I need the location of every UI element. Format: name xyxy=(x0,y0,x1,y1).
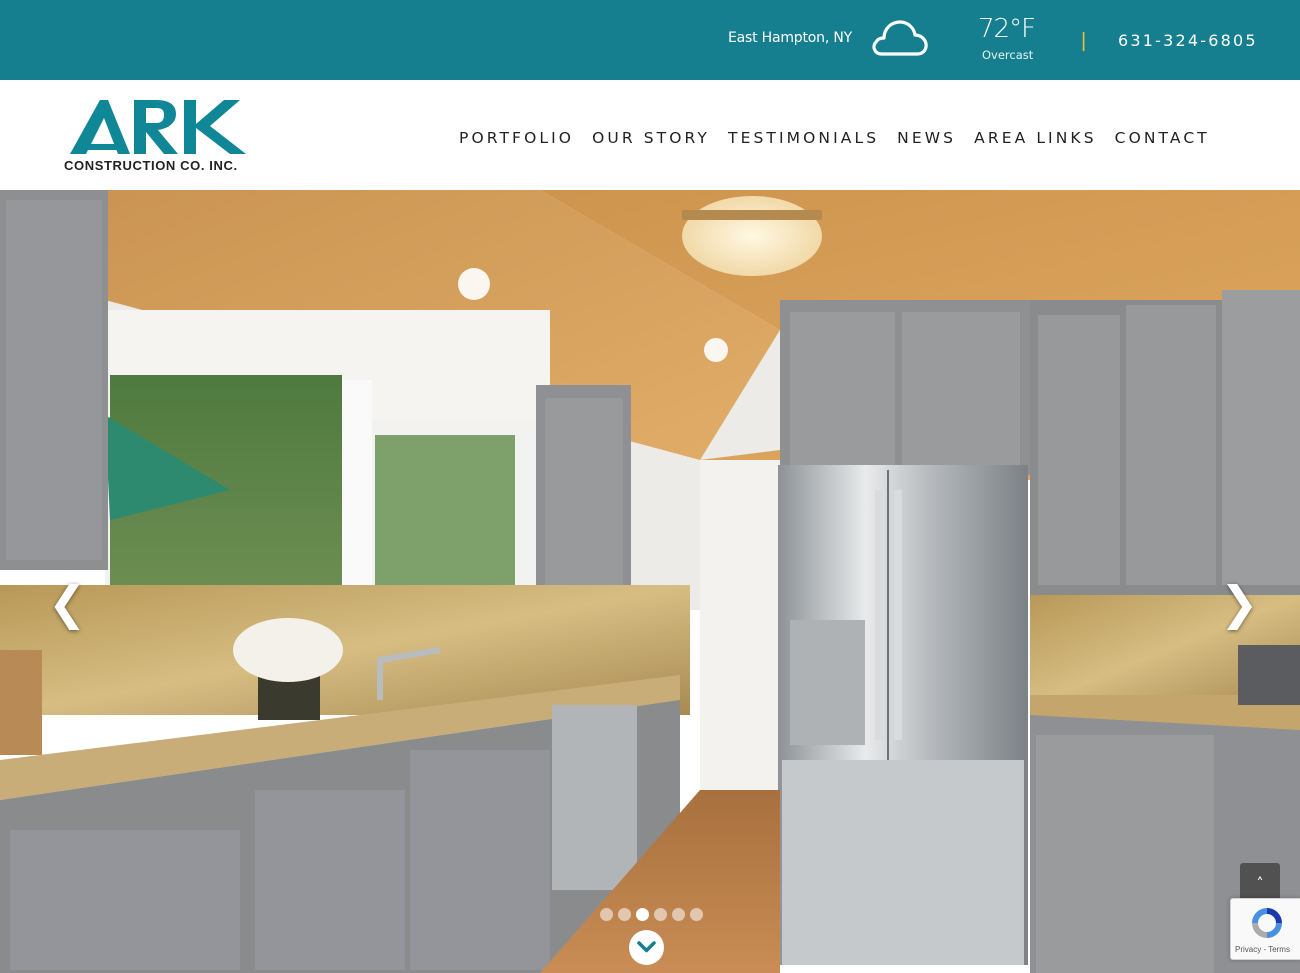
logo-subtitle: CONSTRUCTION CO. INC. xyxy=(64,158,238,173)
divider: | xyxy=(1081,30,1087,52)
recaptcha-links[interactable]: Privacy - Terms xyxy=(1235,945,1290,954)
chevron-down-icon xyxy=(637,941,656,953)
hero-slider: ❮ ❯ ˄ Privacy - Terms xyxy=(0,190,1300,973)
slider-dots xyxy=(600,908,708,921)
nav-contact[interactable]: CONTACT xyxy=(1115,129,1210,147)
slider-next-button[interactable]: ❯ xyxy=(1220,580,1259,626)
logo-mark xyxy=(70,100,246,154)
slider-dot-4[interactable] xyxy=(654,908,667,921)
top-info-bar: East Hampton, NY 72°F Overcast | 631-324… xyxy=(0,0,1300,80)
slider-dot-6[interactable] xyxy=(690,908,703,921)
recaptcha-badge[interactable]: Privacy - Terms xyxy=(1230,898,1300,960)
slider-dot-5[interactable] xyxy=(672,908,685,921)
phone-link[interactable]: 631-324-6805 xyxy=(1118,31,1258,50)
weather-condition: Overcast xyxy=(982,48,1034,62)
nav-our-story[interactable]: OUR STORY xyxy=(592,129,710,147)
nav-news[interactable]: NEWS xyxy=(897,129,956,147)
nav-portfolio[interactable]: PORTFOLIO xyxy=(459,129,574,147)
slider-prev-button[interactable]: ❮ xyxy=(48,580,87,626)
slider-dot-1[interactable] xyxy=(600,908,613,921)
recaptcha-icon xyxy=(1252,908,1282,938)
main-nav: PORTFOLIO OUR STORY TESTIMONIALS NEWS AR… xyxy=(459,129,1210,147)
weather-location: East Hampton, NY xyxy=(728,30,852,46)
kitchen-photo xyxy=(0,190,1300,973)
company-logo[interactable]: CONSTRUCTION CO. INC. xyxy=(64,96,264,176)
nav-testimonials[interactable]: TESTIMONIALS xyxy=(728,129,879,147)
site-header: CONSTRUCTION CO. INC. PORTFOLIO OUR STOR… xyxy=(0,80,1300,190)
slider-dot-3[interactable] xyxy=(636,908,649,921)
slider-dot-2[interactable] xyxy=(618,908,631,921)
nav-area-links[interactable]: AREA LINKS xyxy=(974,129,1097,147)
temperature: 72°F xyxy=(978,14,1036,44)
cloud-icon xyxy=(870,16,930,60)
scroll-down-button[interactable] xyxy=(629,930,664,965)
